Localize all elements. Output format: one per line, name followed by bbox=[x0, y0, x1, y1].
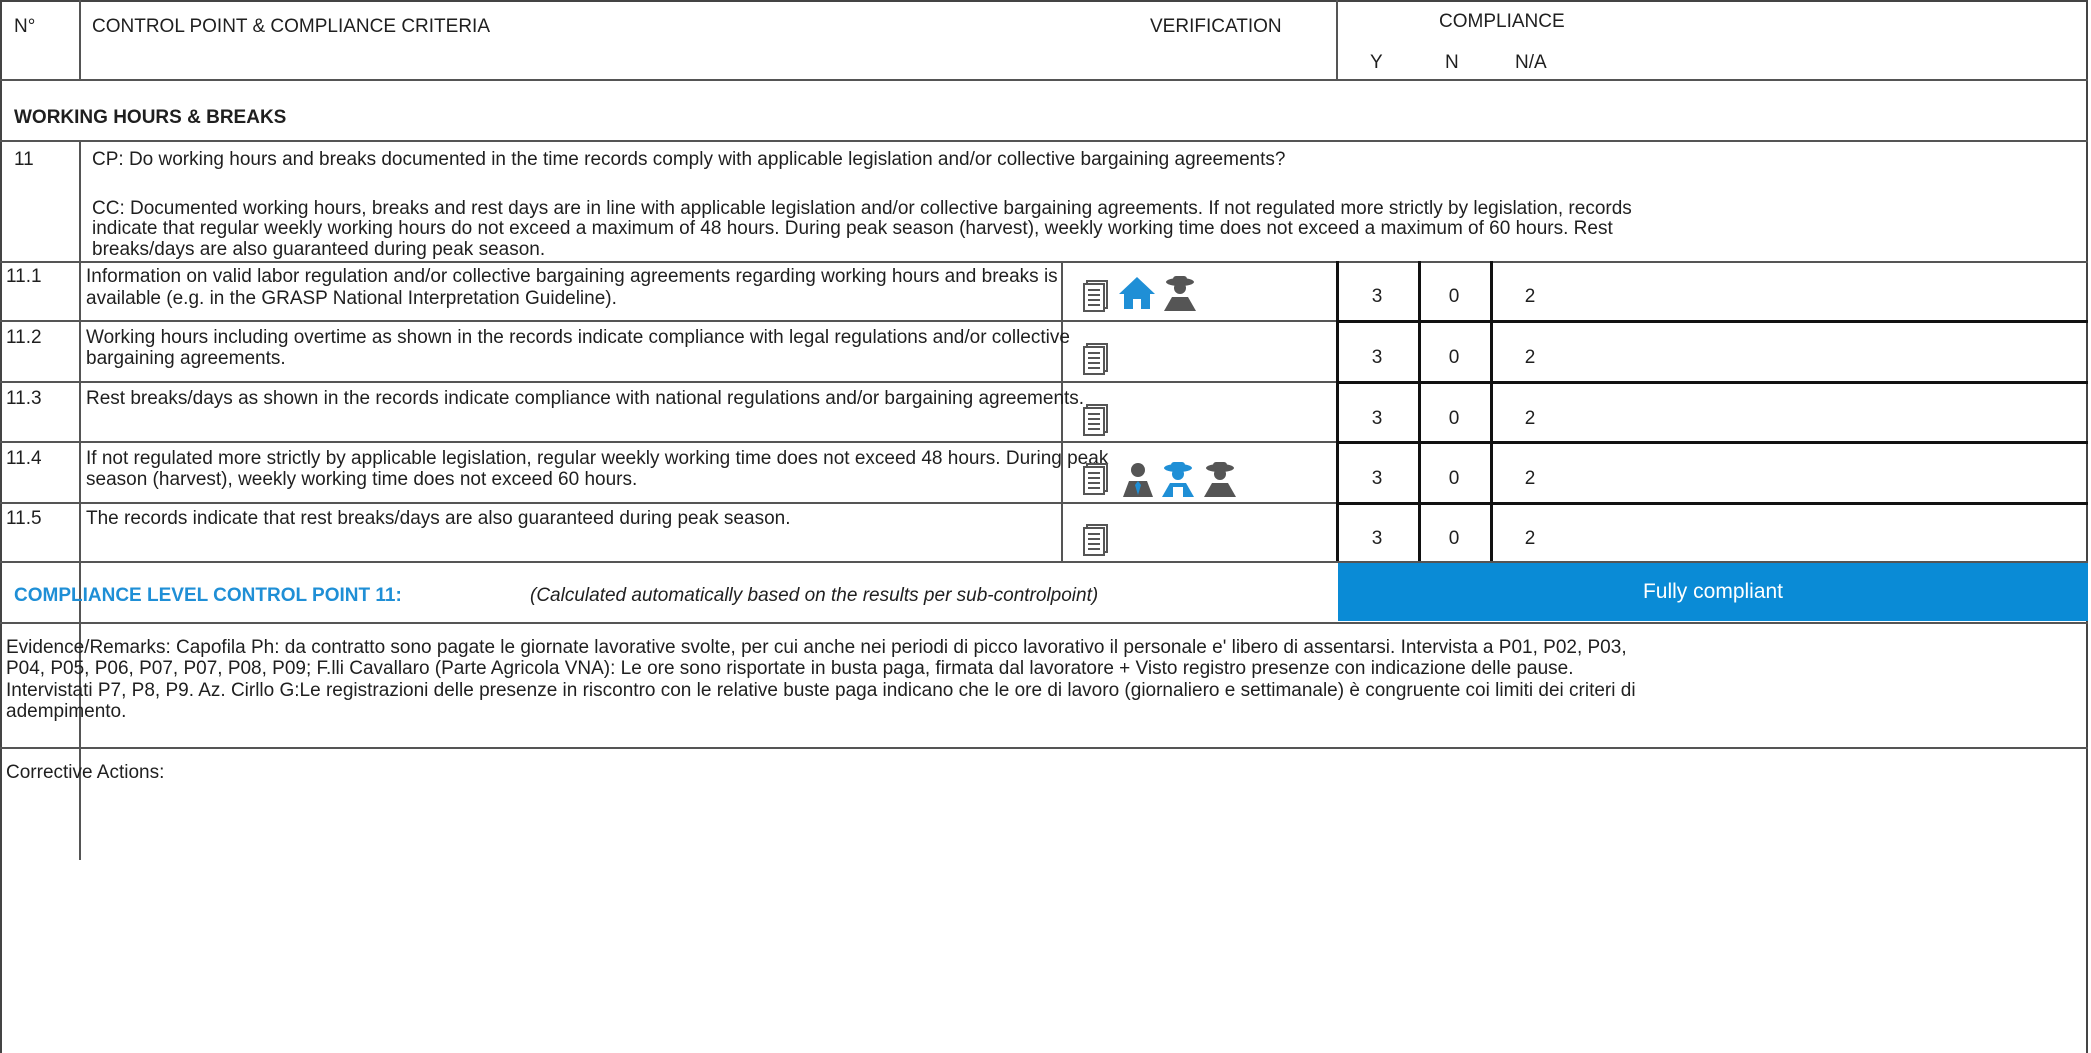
score-na[interactable]: 2 bbox=[1475, 526, 1585, 552]
divider bbox=[79, 140, 81, 860]
document-icon bbox=[1078, 520, 1118, 560]
sub-cp-text-line-2: available (e.g. in the GRASP National In… bbox=[86, 288, 617, 309]
corrective-actions-label: Corrective Actions: bbox=[6, 762, 165, 783]
control-point-question: CP: Do working hours and breaks document… bbox=[92, 149, 1286, 170]
compliance-status-badge: Fully compliant bbox=[1338, 563, 2088, 621]
sub-cp-number: 11.2 bbox=[6, 327, 42, 348]
score-na[interactable]: 2 bbox=[1475, 284, 1585, 310]
worker-icon bbox=[1160, 273, 1200, 313]
col-verification-header: VERIFICATION bbox=[1150, 16, 1282, 37]
col-n-header: N bbox=[1445, 52, 1459, 73]
house-icon bbox=[1117, 273, 1157, 313]
score-na[interactable]: 2 bbox=[1475, 406, 1585, 432]
sub-cp-number: 11.3 bbox=[6, 388, 42, 409]
col-na-header: N/A bbox=[1515, 52, 1547, 73]
worker-icon bbox=[1200, 459, 1240, 499]
sub-cp-text-line-1: The records indicate that rest breaks/da… bbox=[86, 508, 791, 529]
divider bbox=[79, 0, 81, 79]
manager-icon bbox=[1118, 459, 1158, 499]
score-na[interactable]: 2 bbox=[1475, 345, 1585, 371]
control-point-number: 11 bbox=[14, 149, 34, 170]
sub-cp-text-line-1: Rest breaks/days as shown in the records… bbox=[86, 388, 1085, 409]
document-icon bbox=[1078, 459, 1118, 499]
sub-cp-text-line-2: season (harvest), weekly working time do… bbox=[86, 469, 638, 490]
col-number-header: N° bbox=[14, 16, 36, 37]
divider bbox=[0, 441, 1336, 443]
evidence-remarks-line-4: adempimento. bbox=[6, 701, 127, 722]
divider bbox=[0, 622, 2088, 624]
compliance-level-label: COMPLIANCE LEVEL CONTROL POINT 11: bbox=[14, 585, 402, 606]
col-cp-header: CONTROL POINT & COMPLIANCE CRITERIA bbox=[92, 16, 490, 37]
compliance-level-note: (Calculated automatically based on the r… bbox=[530, 585, 1099, 606]
compliance-criteria-line-3: breaks/days are also guaranteed during p… bbox=[92, 239, 546, 260]
divider bbox=[1336, 320, 2088, 323]
evidence-remarks-line-3: Intervistati P7, P8, P9. Az. Cirllo G:Le… bbox=[6, 680, 1636, 701]
col-y-header: Y bbox=[1370, 52, 1383, 73]
divider bbox=[0, 320, 1336, 322]
sub-cp-text-line-2: bargaining agreements. bbox=[86, 348, 286, 369]
col-compliance-header: COMPLIANCE bbox=[1439, 11, 1565, 32]
sub-cp-number: 11.5 bbox=[6, 508, 42, 529]
divider bbox=[0, 502, 1336, 504]
divider bbox=[1336, 0, 1338, 79]
section-title: WORKING HOURS & BREAKS bbox=[14, 107, 287, 128]
divider bbox=[1336, 502, 2088, 505]
divider bbox=[1336, 441, 2088, 444]
divider bbox=[0, 79, 2088, 81]
sub-cp-number: 11.4 bbox=[6, 448, 42, 469]
divider bbox=[0, 381, 1336, 383]
divider bbox=[0, 140, 2088, 142]
score-na[interactable]: 2 bbox=[1475, 466, 1585, 492]
document-icon bbox=[1078, 400, 1118, 440]
divider bbox=[0, 747, 2088, 749]
divider bbox=[1336, 381, 2088, 384]
worker-blue-icon bbox=[1158, 459, 1198, 499]
document-icon bbox=[1078, 339, 1118, 379]
sub-cp-number: 11.1 bbox=[6, 266, 42, 287]
document-icon bbox=[1078, 276, 1118, 316]
